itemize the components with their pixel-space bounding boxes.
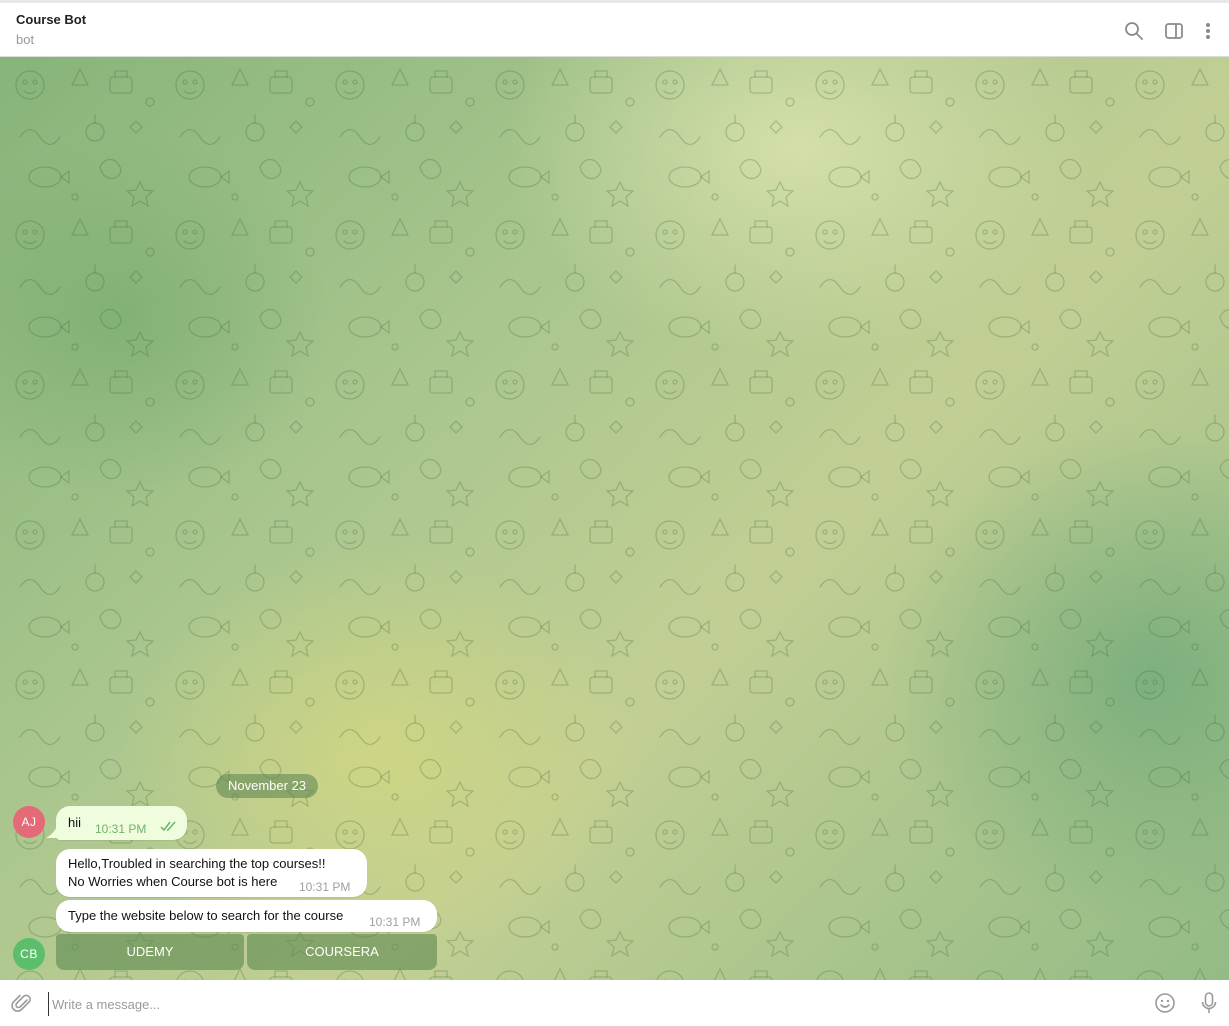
- date-separator: November 23: [216, 774, 319, 798]
- doodle-wallpaper: [0, 57, 1229, 980]
- microphone-icon[interactable]: [1199, 991, 1219, 1020]
- message-bubble-incoming[interactable]: Hello,Troubled in searching the top cour…: [56, 849, 367, 897]
- message-time: 10:31 PM: [369, 915, 421, 929]
- avatar[interactable]: AJ: [13, 806, 45, 838]
- message-time: 10:31 PM: [95, 822, 147, 836]
- message-text: hii: [68, 815, 82, 830]
- coursera-button[interactable]: COURSERA: [247, 934, 437, 970]
- chat-header: Course Bot bot: [0, 3, 1229, 57]
- udemy-button[interactable]: UDEMY: [56, 934, 244, 970]
- search-icon[interactable]: [1123, 20, 1145, 42]
- message-composer: [0, 980, 1229, 1026]
- emoji-icon[interactable]: [1154, 992, 1176, 1019]
- message-text-line: Hello,Troubled in searching the top cour…: [68, 856, 326, 871]
- more-vertical-icon[interactable]: [1198, 20, 1218, 42]
- sidebar-toggle-icon[interactable]: [1163, 20, 1185, 42]
- paperclip-icon[interactable]: [11, 992, 33, 1019]
- message-bubble-incoming[interactable]: Type the website below to search for the…: [56, 900, 437, 932]
- message-text: Type the website below to search for the…: [68, 908, 344, 923]
- message-time: 10:31 PM: [299, 880, 351, 894]
- message-input[interactable]: [48, 992, 1134, 1016]
- message-bubble-outgoing[interactable]: hii 10:31 PM: [56, 806, 187, 840]
- chat-area[interactable]: November 23 AJ hii 10:31 PM Hello,Troubl…: [0, 57, 1229, 980]
- chat-title[interactable]: Course Bot: [16, 12, 86, 27]
- avatar[interactable]: CB: [13, 938, 45, 970]
- chat-subtitle: bot: [16, 32, 35, 47]
- double-check-icon: [160, 819, 178, 837]
- message-text-line: No Worries when Course bot is here: [68, 874, 278, 889]
